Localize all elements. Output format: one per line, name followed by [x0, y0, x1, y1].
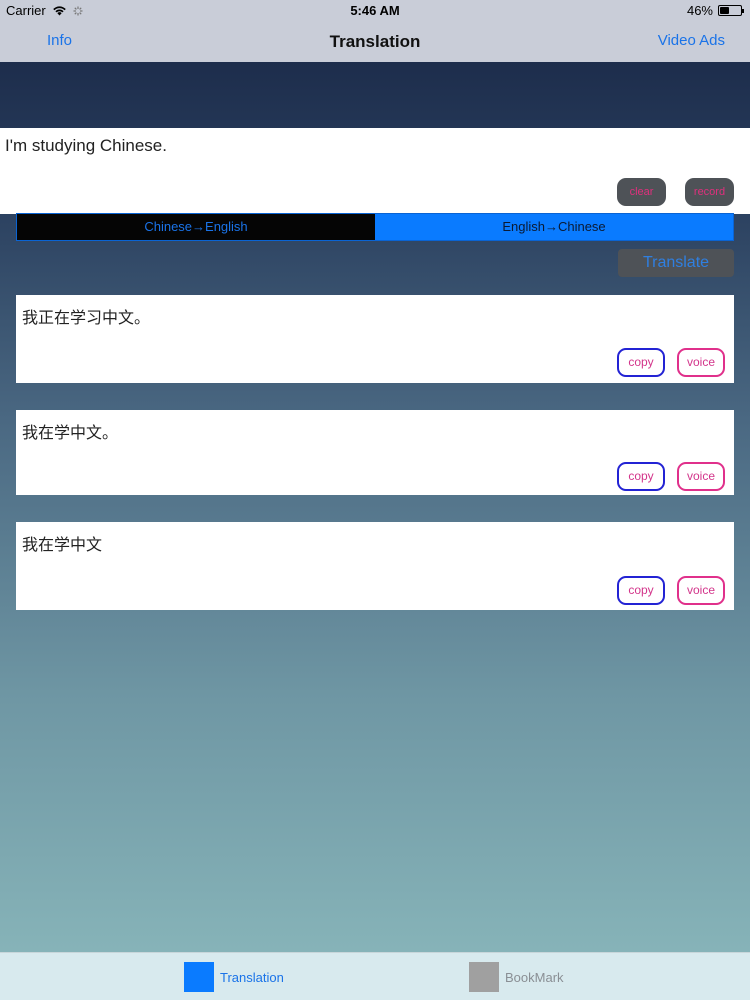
status-bar: Carrier 5:46 AM 46%: [0, 0, 750, 20]
result-card: 我在学中文 copy voice: [16, 522, 734, 610]
result-text: 我在学中文。: [22, 423, 119, 442]
page-title: Translation: [329, 32, 421, 51]
bookmark-tab-icon: [469, 962, 499, 992]
copy-button[interactable]: copy: [617, 462, 665, 491]
tab-bookmark-label: BookMark: [505, 969, 564, 985]
video-ads-button[interactable]: Video Ads: [658, 32, 725, 49]
battery-icon: [718, 5, 744, 16]
tab-bookmark[interactable]: BookMark: [469, 962, 564, 992]
battery-percent: 46%: [686, 3, 713, 18]
segment-chinese-english[interactable]: Chinese→English: [17, 214, 375, 240]
tab-translation-label: Translation: [220, 969, 284, 985]
battery-fill: [720, 7, 730, 14]
clear-button[interactable]: clear: [617, 178, 666, 206]
status-time: 5:46 AM: [350, 3, 400, 18]
translate-button[interactable]: Translate: [618, 249, 734, 277]
voice-button[interactable]: voice: [677, 576, 725, 605]
segment-english-chinese[interactable]: English→Chinese: [375, 214, 733, 240]
tab-bar: Translation BookMark: [0, 952, 750, 1000]
direction-segmented-control: Chinese→English English→Chinese: [16, 213, 734, 241]
result-card: 我在学中文。 copy voice: [16, 410, 734, 495]
translation-tab-icon: [184, 962, 214, 992]
result-text: 我正在学习中文。: [22, 308, 151, 327]
input-area: clear record: [0, 128, 750, 214]
navigation-bar: Info Translation Video Ads: [0, 20, 750, 62]
tab-translation[interactable]: Translation: [184, 962, 284, 992]
status-right: 46%: [686, 3, 744, 18]
copy-button[interactable]: copy: [617, 348, 665, 377]
result-text: 我在学中文: [22, 535, 103, 554]
copy-button[interactable]: copy: [617, 576, 665, 605]
record-button[interactable]: record: [685, 178, 734, 206]
result-card: 我正在学习中文。 copy voice: [16, 295, 734, 383]
voice-button[interactable]: voice: [677, 462, 725, 491]
voice-button[interactable]: voice: [677, 348, 725, 377]
source-text-input[interactable]: [5, 136, 745, 156]
